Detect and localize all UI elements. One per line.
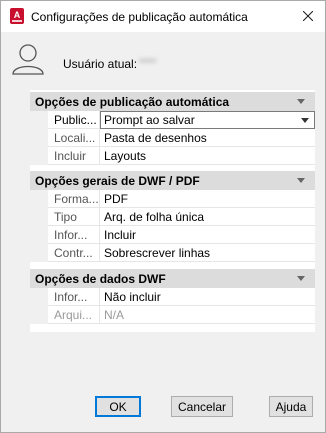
collapse-arrow-icon[interactable] bbox=[297, 276, 305, 281]
property-row[interactable]: Infor... Não incluir bbox=[30, 288, 315, 306]
user-avatar-icon bbox=[12, 44, 44, 75]
property-name: Public... bbox=[48, 111, 100, 129]
svg-text:A: A bbox=[14, 10, 21, 20]
property-row[interactable]: Infor... Incluir bbox=[30, 226, 315, 244]
autocad-icon: A bbox=[10, 8, 24, 24]
property-name: Contr... bbox=[48, 244, 100, 262]
close-button[interactable] bbox=[297, 6, 319, 26]
property-name: Arqui... bbox=[48, 306, 100, 324]
section-title: Opções gerais de DWF / PDF bbox=[35, 174, 200, 188]
property-value[interactable]: Sobrescrever linhas bbox=[100, 244, 315, 262]
property-value[interactable]: Incluir bbox=[100, 226, 315, 244]
row-gutter bbox=[30, 129, 48, 147]
current-user-value: ••••• bbox=[139, 56, 157, 66]
window-title: Configurações de publicação automática bbox=[31, 10, 248, 24]
property-value[interactable]: Não incluir bbox=[100, 288, 315, 306]
section-header-auto-publish[interactable]: Opções de publicação automática bbox=[30, 92, 315, 111]
cancel-button[interactable]: Cancelar bbox=[171, 396, 233, 417]
row-gutter bbox=[30, 190, 48, 208]
section-title: Opções de dados DWF bbox=[35, 272, 166, 286]
property-name: Tipo bbox=[48, 208, 100, 226]
property-row[interactable]: Tipo Arq. de folha única bbox=[30, 208, 315, 226]
collapse-arrow-icon[interactable] bbox=[297, 178, 305, 183]
dropdown-arrow-icon[interactable] bbox=[301, 118, 309, 123]
row-gutter bbox=[30, 306, 48, 324]
property-name: Incluir bbox=[48, 147, 100, 165]
property-value[interactable]: PDF bbox=[100, 190, 315, 208]
help-button[interactable]: Ajuda bbox=[269, 396, 313, 417]
property-row[interactable]: Incluir Layouts bbox=[30, 147, 315, 165]
publish-on-dropdown[interactable]: Prompt ao salvar bbox=[100, 111, 315, 129]
property-name: Infor... bbox=[48, 226, 100, 244]
row-gutter bbox=[30, 111, 48, 129]
property-row[interactable]: Public... Prompt ao salvar bbox=[30, 111, 315, 129]
row-gutter bbox=[30, 226, 48, 244]
row-gutter bbox=[30, 208, 48, 226]
current-user-row: Usuário atual: ••••• bbox=[11, 43, 311, 77]
dialog-window: A Configurações de publicação automática… bbox=[0, 0, 326, 433]
current-user-label: Usuário atual: bbox=[63, 57, 138, 71]
collapse-arrow-icon[interactable] bbox=[297, 99, 305, 104]
ok-button[interactable]: OK bbox=[95, 396, 141, 417]
property-row[interactable]: Contr... Sobrescrever linhas bbox=[30, 244, 315, 262]
properties-panel: Opções de publicação automática Public..… bbox=[30, 90, 315, 332]
property-row: Arqui... N/A bbox=[30, 306, 315, 324]
section-title: Opções de publicação automática bbox=[35, 95, 230, 109]
row-gutter bbox=[30, 244, 48, 262]
property-value: N/A bbox=[100, 306, 315, 324]
property-name: Locali... bbox=[48, 129, 100, 147]
row-gutter bbox=[30, 288, 48, 306]
property-value[interactable]: Layouts bbox=[100, 147, 315, 165]
close-icon bbox=[303, 11, 313, 21]
property-value[interactable]: Arq. de folha única bbox=[100, 208, 315, 226]
section-header-dwf-data[interactable]: Opções de dados DWF bbox=[30, 269, 315, 288]
property-name: Forma... bbox=[48, 190, 100, 208]
section-header-dwf-pdf[interactable]: Opções gerais de DWF / PDF bbox=[30, 171, 315, 190]
property-value[interactable]: Pasta de desenhos bbox=[100, 129, 315, 147]
row-gutter bbox=[30, 147, 48, 165]
title-bar: A Configurações de publicação automática bbox=[1, 1, 325, 32]
property-row[interactable]: Locali... Pasta de desenhos bbox=[30, 129, 315, 147]
property-name: Infor... bbox=[48, 288, 100, 306]
property-value: Prompt ao salvar bbox=[104, 113, 195, 127]
property-row[interactable]: Forma... PDF bbox=[30, 190, 315, 208]
